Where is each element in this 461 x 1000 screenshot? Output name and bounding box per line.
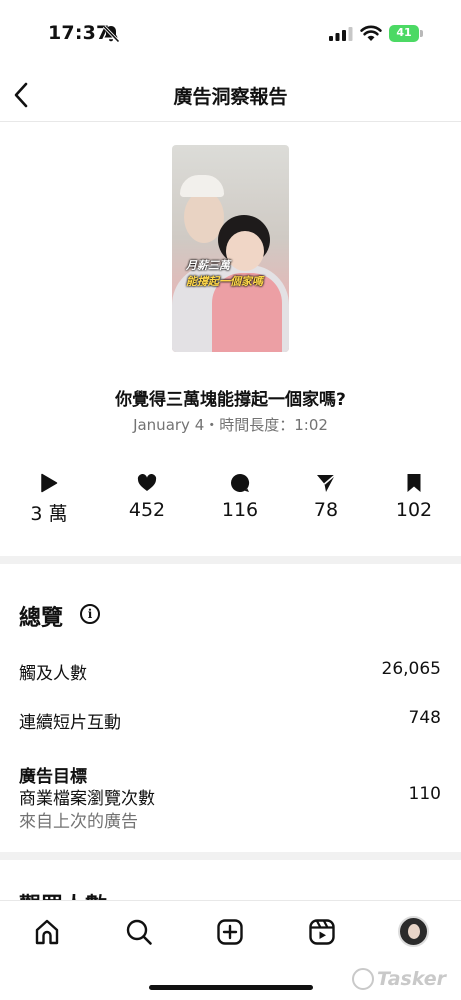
reels-icon — [309, 919, 335, 945]
stat-likes-value: 452 — [128, 499, 166, 521]
thumb-cap — [180, 175, 224, 197]
home-icon — [35, 919, 59, 945]
nav-search[interactable] — [123, 916, 155, 948]
section-divider — [0, 556, 461, 564]
stat-saves-value: 102 — [395, 499, 433, 521]
create-icon — [217, 919, 243, 945]
search-icon — [126, 919, 152, 945]
stat-likes: 452 — [112, 472, 182, 521]
stat-comments-value: 116 — [221, 499, 259, 521]
wifi-icon — [360, 25, 382, 41]
interactions-label: 連續短片互動 — [19, 713, 121, 733]
heart-icon — [137, 474, 157, 491]
comment-icon — [231, 473, 250, 492]
stat-shares: 78 — [291, 472, 361, 521]
post-meta: January 4・時間長度：1:02 — [133, 416, 328, 434]
profile-visits-value: 110 — [408, 784, 441, 804]
watermark-logo-icon — [352, 968, 374, 990]
reel-thumbnail[interactable]: 月薪三萬 能撐起一個家嗎 — [172, 145, 289, 352]
home-indicator[interactable] — [149, 985, 313, 990]
cellular-signal-icon — [329, 27, 353, 41]
header: 廣告洞察報告 — [0, 68, 461, 122]
stat-saves: 102 — [379, 472, 449, 521]
status-bar: 17:37 41 — [0, 0, 461, 68]
profile-avatar[interactable] — [398, 916, 429, 947]
info-icon[interactable]: i — [80, 604, 100, 624]
section-divider — [0, 852, 461, 860]
thumb-caption-line2: 能撐起一個家嗎 — [186, 275, 263, 288]
overview-title: 總覽 — [19, 606, 64, 631]
nav-create[interactable] — [214, 916, 246, 948]
stat-plays-value: 3 萬 — [30, 503, 68, 525]
battery-indicator: 41 — [389, 25, 423, 42]
bookmark-icon — [407, 474, 421, 492]
stat-plays: 3 萬 — [14, 472, 84, 526]
stat-shares-value: 78 — [313, 499, 339, 521]
reach-value: 26,065 — [381, 659, 441, 679]
page-title: 廣告洞察報告 — [173, 86, 288, 108]
thumb-face-child — [226, 231, 264, 271]
nav-home[interactable] — [31, 916, 63, 948]
avatar-face — [408, 924, 420, 939]
profile-visits-sub: 來自上次的廣告 — [19, 812, 138, 832]
stat-comments: 116 — [205, 472, 275, 521]
profile-visits-label: 商業檔案瀏覽次數 — [19, 789, 155, 809]
bell-off-icon — [102, 25, 120, 43]
interactions-value: 748 — [408, 708, 441, 728]
reach-label: 觸及人數 — [19, 664, 87, 684]
battery-level: 41 — [396, 26, 412, 39]
watermark: Tasker — [377, 968, 447, 990]
share-icon — [317, 474, 336, 492]
play-icon — [41, 473, 58, 493]
post-title: 你覺得三萬塊能撐起一個家嗎? — [115, 390, 346, 410]
nav-reels[interactable] — [306, 916, 338, 948]
thumb-caption-line1: 月薪三萬 — [186, 259, 230, 272]
battery-nub — [420, 30, 423, 37]
